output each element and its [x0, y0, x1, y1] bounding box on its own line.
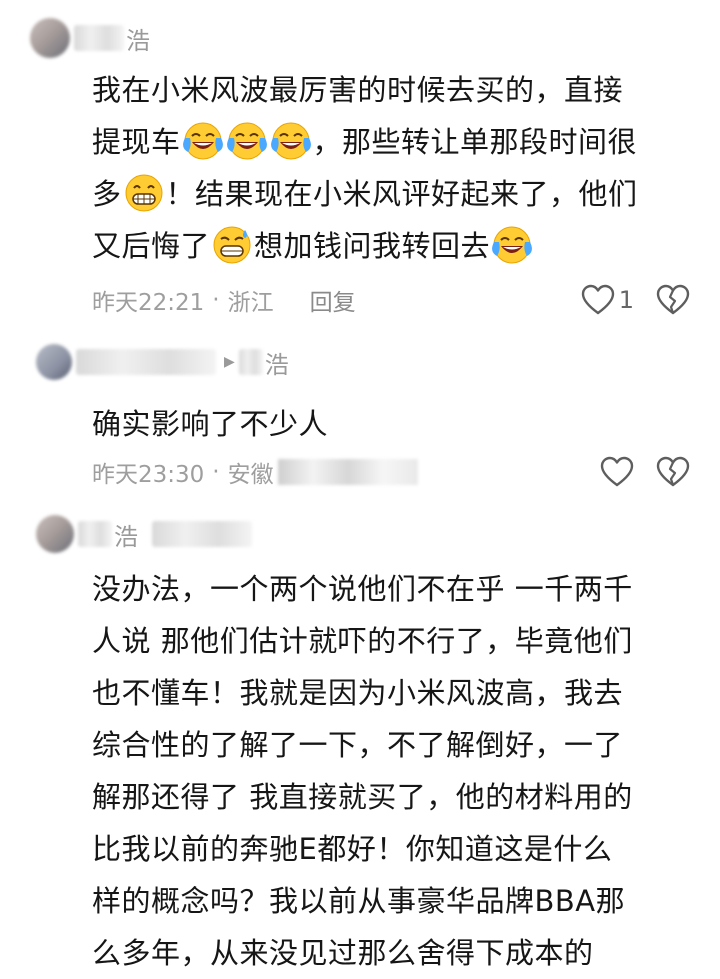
laughing-crying-emoji	[182, 120, 224, 162]
comment-actions: 1	[581, 284, 690, 316]
comment-3-text: 没办法，一个两个说他们不在乎 一千两千 人说 那他们估计就吓的不行了，毕竟他们 …	[92, 563, 633, 979]
username[interactable]: 浩	[126, 21, 150, 56]
text-line: 我在小米风波最厉害的时候去买的，直接	[92, 73, 624, 107]
broken-heart-icon	[656, 284, 690, 316]
separator: ·	[212, 459, 220, 485]
comment-2-user-row[interactable]: ▶ 浩	[36, 342, 289, 382]
like-count: 1	[618, 286, 634, 314]
text-line: 么多年，从来没见过那么舍得下成本的	[92, 936, 594, 970]
laughing-crying-emoji	[491, 224, 533, 266]
comment-2-text: 确实影响了不少人	[92, 398, 328, 450]
text-fragment: 提现车	[92, 125, 181, 159]
comment-time: 昨天23:30	[92, 462, 205, 488]
text-line: 没办法，一个两个说他们不在乎 一千两千	[92, 572, 633, 606]
separator: ·	[212, 287, 220, 313]
comment-1-text: 我在小米风波最厉害的时候去买的，直接 提现车 ，那些转让单那段时间很 多 ！结果现在…	[92, 64, 638, 272]
username-redacted	[76, 349, 216, 375]
dislike-button[interactable]	[656, 456, 690, 488]
reply-arrow-icon: ▶	[224, 354, 235, 370]
text-fragment: 又后悔了	[92, 229, 211, 263]
reply-button[interactable]: 回复	[310, 283, 356, 317]
reply-to-username[interactable]: 浩	[265, 345, 289, 380]
text-line: 综合性的了解了一下，不了解倒好，一了	[92, 728, 624, 762]
text-line: 样的概念吗？我以前从事豪华品牌BBA那	[92, 884, 626, 918]
text-line: 解那还得了 我直接就买了，他的材料用的	[92, 780, 633, 814]
text-fragment: ，那些转让单那段时间很	[312, 125, 638, 159]
text-line: 提现车 ，那些转让单那段时间很	[92, 116, 638, 168]
heart-outline-icon	[581, 284, 615, 316]
laughing-crying-emoji	[270, 120, 312, 162]
text-line: 多 ！结果现在小米风评好起来了，他们	[92, 168, 638, 220]
reply-to-redacted	[238, 349, 263, 375]
laughing-crying-emoji	[226, 120, 268, 162]
comment-actions	[600, 456, 690, 488]
sweat-grin-emoji	[211, 224, 253, 266]
comment-1-meta: 昨天22:21 · 浙江 回复 1	[92, 280, 690, 320]
username-redacted	[78, 521, 112, 547]
grinning-emoji	[123, 172, 165, 214]
text-line: 确实影响了不少人	[92, 407, 329, 441]
like-button[interactable]: 1	[581, 284, 634, 316]
comment-location: 安徽	[227, 462, 274, 488]
redacted-region	[277, 459, 418, 485]
text-line: 比我以前的奔驰E都好！你知道这是什么	[92, 832, 613, 866]
text-line: 也不懂车！我就是因为小米风波高，我去	[92, 676, 624, 710]
redacted-region	[152, 521, 252, 547]
text-line: 人说 那他们估计就吓的不行了，毕竟他们	[92, 624, 633, 658]
avatar[interactable]	[36, 515, 74, 553]
text-fragment: ！结果现在小米风评好起来了，他们	[165, 177, 638, 211]
comment-3-user-row[interactable]: 浩	[36, 514, 252, 554]
username[interactable]: 浩	[114, 517, 138, 552]
username-redacted	[74, 25, 124, 51]
dislike-button[interactable]	[656, 284, 690, 316]
broken-heart-icon	[656, 456, 690, 488]
comment-location: 浙江	[227, 290, 274, 316]
comment-time: 昨天22:21	[92, 290, 205, 316]
comment-2-meta: 昨天23:30 · 安徽	[92, 452, 690, 492]
text-line: 又后悔了 想加钱问我转回去	[92, 220, 638, 272]
text-fragment: 多	[92, 177, 122, 211]
text-fragment: 想加钱问我转回去	[254, 229, 491, 263]
heart-outline-icon	[600, 456, 634, 488]
avatar[interactable]	[36, 344, 72, 380]
avatar[interactable]	[30, 18, 70, 58]
like-button[interactable]	[600, 456, 634, 488]
comment-1-user-row[interactable]: 浩	[30, 18, 150, 58]
